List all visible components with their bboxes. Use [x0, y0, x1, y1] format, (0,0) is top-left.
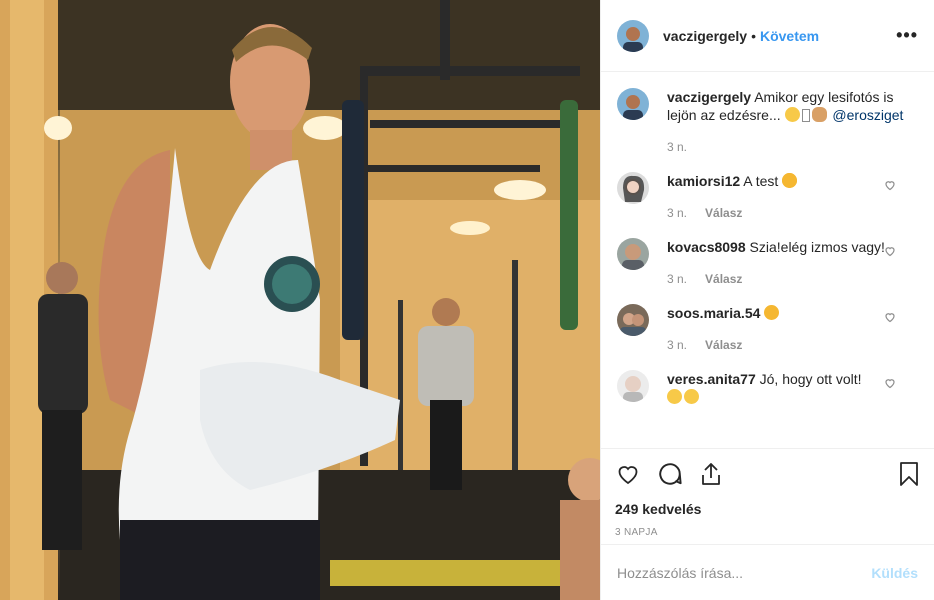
follow-button[interactable]: Követem [760, 28, 819, 44]
comment-like-heart-icon[interactable] [884, 376, 896, 394]
comment-username[interactable]: kovacs8098 [667, 239, 746, 255]
comment-username[interactable]: veres.anita77 [667, 371, 756, 387]
winking-emoji-icon [667, 389, 682, 404]
caption-time[interactable]: 3 n. [667, 138, 687, 156]
grinning-squinting-emoji-icon [684, 389, 699, 404]
comment-item: kamiorsi12 A test 3 n. Válasz [617, 172, 918, 222]
caption-username[interactable]: vaczigergely [667, 89, 751, 105]
commenter-avatar[interactable] [617, 238, 649, 270]
comment-text: Szia!elég izmos vagy! [749, 239, 885, 255]
caption-body: vaczigergely Amikor egy lesifotós is lej… [667, 88, 918, 156]
reply-button[interactable]: Válasz [705, 204, 742, 222]
comment-body: kamiorsi12 A test 3 n. Válasz [667, 172, 918, 222]
gym-photo-illustration [0, 0, 600, 600]
comment-body: soos.maria.54 3 n. Válasz [667, 304, 918, 354]
header-separator: • [751, 27, 756, 44]
send-comment-button[interactable]: Küldés [871, 565, 918, 581]
comments-list[interactable]: vaczigergely Amikor egy lesifotós is lej… [601, 72, 934, 448]
heart-eyes-emoji-icon [782, 173, 798, 188]
comment-username[interactable]: kamiorsi12 [667, 173, 740, 189]
grinning-sweat-emoji-icon [784, 107, 800, 122]
post-caption: vaczigergely Amikor egy lesifotós is lej… [617, 88, 918, 156]
placeholder-box-icon [801, 109, 810, 122]
post-photo[interactable] [0, 0, 600, 600]
caption-avatar[interactable] [617, 88, 649, 120]
comment-like-heart-icon[interactable] [884, 310, 896, 328]
comment-body: veres.anita77 Jó, hogy ott volt! [667, 370, 918, 406]
action-icons [615, 459, 920, 489]
commenter-avatar[interactable] [617, 172, 649, 204]
post-header: vaczigergely • Követem ••• [601, 0, 934, 72]
like-heart-icon[interactable] [615, 462, 641, 486]
author-username[interactable]: vaczigergely [663, 28, 747, 44]
comment-item: soos.maria.54 3 n. Válasz [617, 304, 918, 354]
post-date[interactable]: 3 NAPJA [615, 527, 920, 538]
post-actions: 249 kedvelés 3 NAPJA [601, 448, 934, 544]
comment-time[interactable]: 3 n. [667, 204, 687, 222]
comment-time[interactable]: 3 n. [667, 336, 687, 354]
commenter-avatar[interactable] [617, 370, 649, 402]
author-avatar[interactable] [617, 19, 649, 52]
comment-bubble-icon[interactable] [657, 461, 683, 487]
likes-count[interactable]: 249 kedvelés [615, 501, 920, 517]
comment-input[interactable] [617, 564, 872, 581]
bookmark-icon[interactable] [898, 461, 920, 487]
comment-like-heart-icon[interactable] [884, 244, 896, 262]
comment-composer: Küldés [601, 544, 934, 600]
comment-item: kovacs8098 Szia!elég izmos vagy! 3 n. Vá… [617, 238, 918, 288]
heart-eyes-emoji-icon [764, 305, 780, 320]
comment-body: kovacs8098 Szia!elég izmos vagy! 3 n. Vá… [667, 238, 918, 288]
share-upload-icon[interactable] [699, 461, 723, 487]
comment-item: veres.anita77 Jó, hogy ott volt! [617, 370, 918, 406]
comment-text: A test [743, 173, 779, 189]
flexed-biceps-emoji-icon [811, 107, 827, 122]
comment-time[interactable]: 3 n. [667, 270, 687, 288]
comment-like-heart-icon[interactable] [884, 178, 896, 196]
comment-username[interactable]: soos.maria.54 [667, 305, 760, 321]
more-options-icon[interactable]: ••• [896, 25, 918, 46]
post-sidebar: vaczigergely • Követem ••• vaczigergely … [600, 0, 934, 600]
reply-button[interactable]: Válasz [705, 270, 742, 288]
caption-mention-link[interactable]: @erosziget [832, 107, 903, 123]
commenter-avatar[interactable] [617, 304, 649, 336]
reply-button[interactable]: Válasz [705, 336, 742, 354]
comment-text: Jó, hogy ott volt! [759, 371, 862, 387]
post-modal: vaczigergely • Követem ••• vaczigergely … [0, 0, 934, 600]
